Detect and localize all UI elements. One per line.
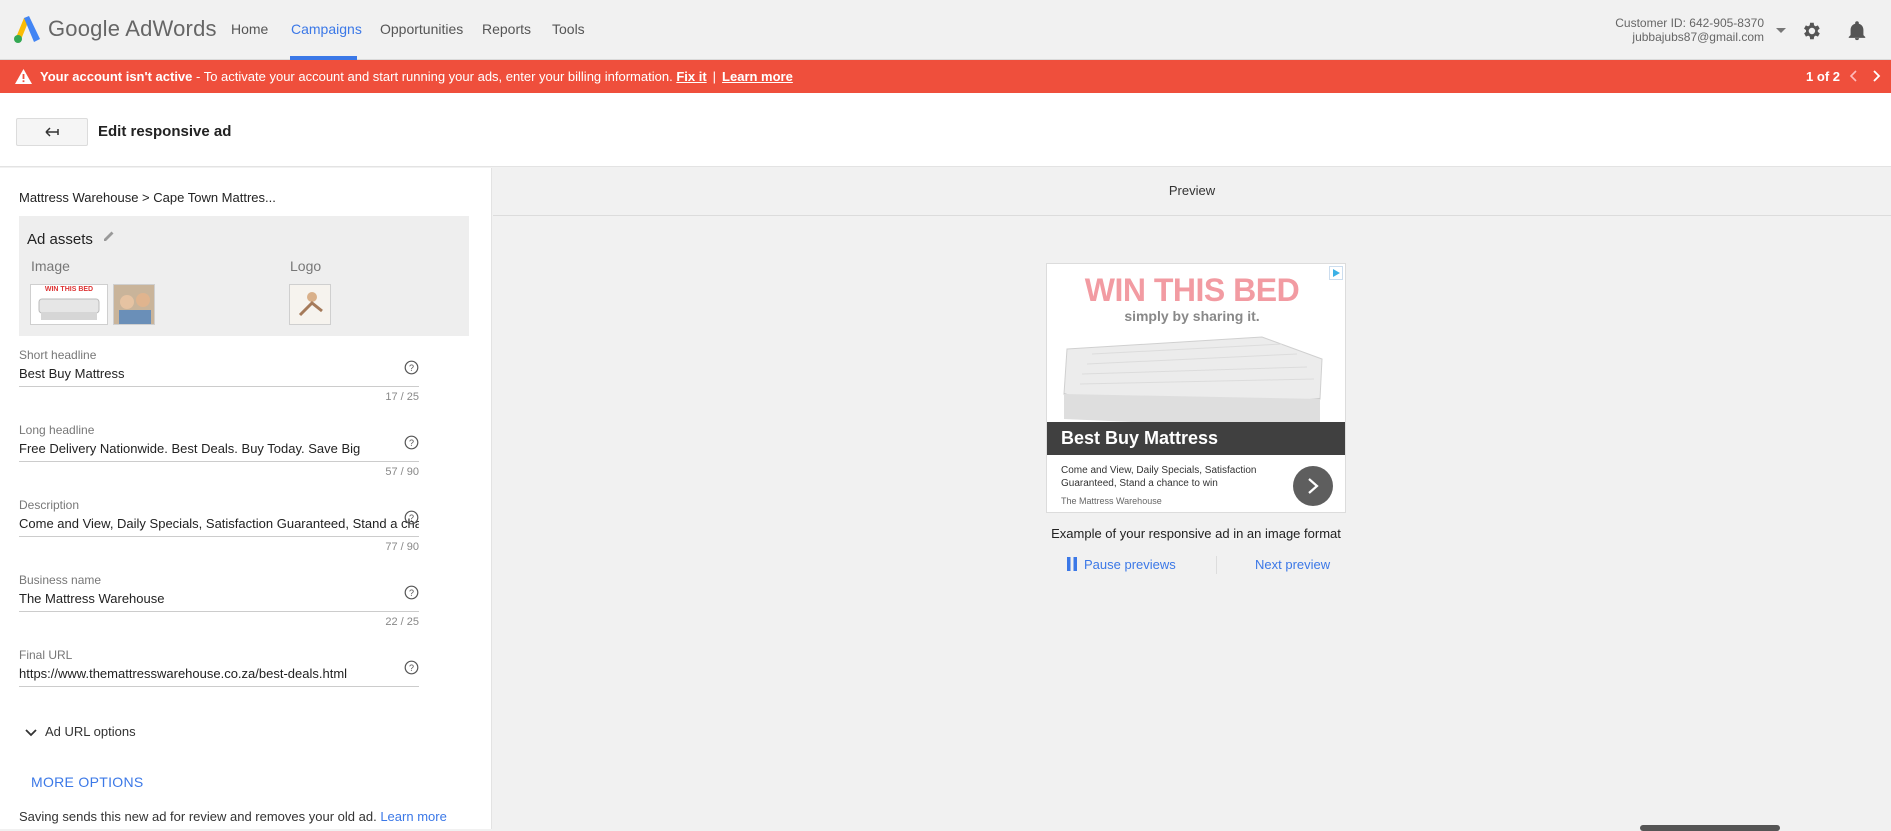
pause-previews-label: Pause previews xyxy=(1084,557,1176,572)
ad-preview-headline: Best Buy Mattress xyxy=(1047,422,1345,455)
ad-image-title: WIN THIS BED xyxy=(1084,272,1300,308)
alert-separator: | xyxy=(712,69,717,84)
breadcrumb[interactable]: Mattress Warehouse > Cape Town Mattres..… xyxy=(19,190,276,205)
business-name-input[interactable]: The Mattress Warehouse xyxy=(19,591,419,611)
logo-thumbnail[interactable] xyxy=(289,284,331,325)
mattress-thumbnail-image xyxy=(38,298,100,320)
long-headline-counter: 57 / 90 xyxy=(385,466,419,478)
saving-notice-text: Saving sends this new ad for review and … xyxy=(19,809,377,824)
next-preview-button[interactable]: Next preview xyxy=(1255,557,1330,572)
short-headline-counter: 17 / 25 xyxy=(385,391,419,403)
chevron-left-icon[interactable] xyxy=(1847,69,1861,83)
saving-learn-more-link[interactable]: Learn more xyxy=(380,809,446,824)
ad-url-options-label: Ad URL options xyxy=(45,724,136,739)
mattress-image xyxy=(1063,336,1323,422)
help-icon[interactable]: ? xyxy=(404,510,419,525)
logo-image xyxy=(290,285,330,324)
alert-learn-more-link[interactable]: Learn more xyxy=(722,69,793,84)
account-switcher[interactable]: Customer ID: 642-905-8370 jubbajubs87@gm… xyxy=(1615,16,1764,44)
help-icon[interactable]: ? xyxy=(404,435,419,450)
ad-preview-card[interactable]: WIN THIS BED simply by sharing it. Best … xyxy=(1046,263,1346,513)
people-photo-image xyxy=(114,285,154,324)
svg-text:?: ? xyxy=(409,513,414,523)
description-input[interactable]: Come and View, Daily Specials, Satisfact… xyxy=(19,516,419,536)
top-navigation-bar: Google AdWords Home Campaigns Opportunit… xyxy=(0,0,1891,60)
input-underline xyxy=(19,611,419,612)
short-headline-input[interactable]: Best Buy Mattress xyxy=(19,366,419,386)
preview-controls-divider xyxy=(1216,556,1217,574)
business-name-label: Business name xyxy=(19,573,102,587)
image-label: Image xyxy=(31,258,70,274)
preview-caption: Example of your responsive ad in an imag… xyxy=(1051,526,1341,541)
nav-opportunities[interactable]: Opportunities xyxy=(380,21,463,37)
nav-campaigns[interactable]: Campaigns xyxy=(291,21,362,37)
help-icon[interactable]: ? xyxy=(404,360,419,375)
svg-text:?: ? xyxy=(409,363,414,373)
pause-previews-button[interactable]: Pause previews xyxy=(1066,557,1176,572)
description-label: Description xyxy=(19,498,80,512)
notifications-bell-icon[interactable] xyxy=(1846,20,1868,42)
business-name-counter: 22 / 25 xyxy=(385,616,419,628)
final-url-field: Final URL https://www.themattresswarehou… xyxy=(19,648,419,687)
customer-id: Customer ID: 642-905-8370 xyxy=(1615,16,1764,30)
image-thumbnail-bed[interactable]: WIN THIS BED xyxy=(30,284,108,325)
preview-heading: Preview xyxy=(493,168,1891,216)
nav-home[interactable]: Home xyxy=(231,21,268,37)
gear-icon[interactable] xyxy=(1800,20,1822,42)
help-icon[interactable]: ? xyxy=(404,660,419,675)
pause-icon xyxy=(1067,557,1077,571)
account-email: jubbajubs87@gmail.com xyxy=(1632,30,1764,44)
input-underline xyxy=(19,461,419,462)
help-icon[interactable]: ? xyxy=(404,585,419,600)
short-headline-field: Short headline Best Buy Mattress ? 17 / … xyxy=(19,348,419,403)
caret-down-icon[interactable] xyxy=(1773,22,1789,38)
alert-message: - To activate your account and start run… xyxy=(192,69,673,84)
account-inactive-alert: Your account isn't active - To activate … xyxy=(0,60,1891,93)
logo-label: Logo xyxy=(290,258,322,274)
svg-text:?: ? xyxy=(409,588,414,598)
final-url-label: Final URL xyxy=(19,648,73,662)
alert-title: Your account isn't active xyxy=(40,69,193,84)
chevron-down-icon xyxy=(25,728,37,736)
alert-pager: 1 of 2 xyxy=(1806,69,1840,84)
brand-name: Google AdWords xyxy=(48,16,217,41)
nav-tools[interactable]: Tools xyxy=(552,21,585,37)
ad-assets-section: Ad assets Image Logo WIN THIS BED xyxy=(19,216,469,336)
ad-preview-description: Come and View, Daily Specials, Satisfact… xyxy=(1061,465,1257,489)
input-underline xyxy=(19,686,419,687)
long-headline-field: Long headline Free Delivery Nationwide. … xyxy=(19,423,419,478)
chevron-right-icon xyxy=(1308,478,1319,494)
fix-it-link[interactable]: Fix it xyxy=(676,69,706,84)
image-thumbnail-people[interactable] xyxy=(113,284,155,325)
ad-preview-business: The Mattress Warehouse xyxy=(1061,496,1162,506)
pencil-edit-icon[interactable] xyxy=(102,229,116,243)
warning-icon xyxy=(15,69,32,84)
back-arrow-icon xyxy=(45,127,59,137)
ad-preview-next-button[interactable] xyxy=(1293,466,1333,506)
short-headline-label: Short headline xyxy=(19,348,97,362)
long-headline-input[interactable]: Free Delivery Nationwide. Best Deals. Bu… xyxy=(19,441,419,461)
svg-text:?: ? xyxy=(409,663,414,673)
page-title: Edit responsive ad xyxy=(98,123,232,140)
adwords-logo-icon[interactable] xyxy=(12,13,42,43)
more-options-button[interactable]: MORE OPTIONS xyxy=(31,774,144,790)
input-underline xyxy=(19,536,419,537)
input-underline xyxy=(19,386,419,387)
ad-url-options-toggle[interactable]: Ad URL options xyxy=(25,724,136,739)
ad-assets-title: Ad assets xyxy=(27,231,93,248)
saving-notice: Saving sends this new ad for review and … xyxy=(19,809,447,824)
chevron-right-icon[interactable] xyxy=(1869,69,1883,83)
nav-reports[interactable]: Reports xyxy=(482,21,531,37)
final-url-input[interactable]: https://www.themattresswarehouse.co.za/b… xyxy=(19,666,419,686)
description-counter: 77 / 90 xyxy=(385,541,419,553)
long-headline-label: Long headline xyxy=(19,423,95,437)
svg-text:?: ? xyxy=(409,438,414,448)
business-name-field: Business name The Mattress Warehouse ? 2… xyxy=(19,573,419,628)
page-header: Edit responsive ad xyxy=(0,93,1891,167)
back-button[interactable] xyxy=(16,118,88,146)
scroll-indicator[interactable] xyxy=(1640,825,1780,831)
ad-editor-panel: Mattress Warehouse > Cape Town Mattres..… xyxy=(0,168,492,829)
description-field: Description Come and View, Daily Special… xyxy=(19,498,419,553)
